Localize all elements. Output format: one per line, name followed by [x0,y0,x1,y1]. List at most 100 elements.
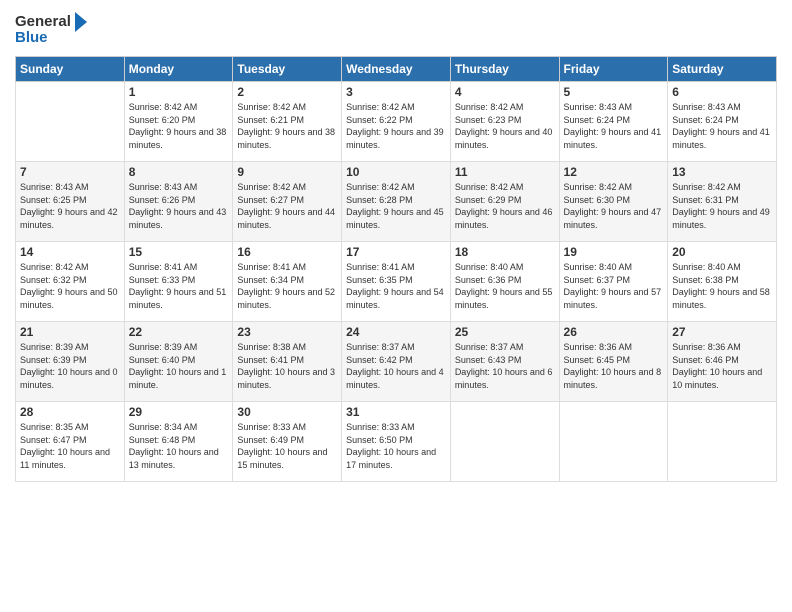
logo: GeneralBlue [15,10,95,48]
day-number: 28 [20,405,120,419]
calendar-cell: 4 Sunrise: 8:42 AM Sunset: 6:23 PM Daylig… [450,82,559,162]
header: GeneralBlue [15,10,777,48]
calendar-cell: 7 Sunrise: 8:43 AM Sunset: 6:25 PM Daylig… [16,162,125,242]
calendar-cell: 25Sunrise: 8:37 AM Sunset: 6:43 PM Dayli… [450,322,559,402]
calendar-cell: 20 Sunrise: 8:40 AM Sunset: 6:38 PM Dayli… [668,242,777,322]
day-number: 9 [237,165,337,179]
day-info: Sunrise: 8:43 AM Sunset: 6:26 PM Dayligh… [129,181,229,231]
day-info: Sunrise: 8:42 AM Sunset: 6:31 PM Dayligh… [672,181,772,231]
calendar-body: 1 Sunrise: 8:42 AM Sunset: 6:20 PM Daylig… [16,82,777,482]
calendar-cell: 3 Sunrise: 8:42 AM Sunset: 6:22 PM Daylig… [342,82,451,162]
calendar-cell [559,402,668,482]
day-info: Sunrise: 8:39 AM Sunset: 6:40 PM Dayligh… [129,341,229,391]
calendar-cell: 21Sunrise: 8:39 AM Sunset: 6:39 PM Dayli… [16,322,125,402]
calendar-cell: 11 Sunrise: 8:42 AM Sunset: 6:29 PM Dayli… [450,162,559,242]
day-info: Sunrise: 8:36 AM Sunset: 6:46 PM Dayligh… [672,341,772,391]
day-info: Sunrise: 8:42 AM Sunset: 6:21 PM Dayligh… [237,101,337,151]
day-info: Sunrise: 8:42 AM Sunset: 6:28 PM Dayligh… [346,181,446,231]
day-number: 15 [129,245,229,259]
day-info: Sunrise: 8:43 AM Sunset: 6:24 PM Dayligh… [564,101,664,151]
svg-text:Blue: Blue [15,29,48,46]
day-number: 26 [564,325,664,339]
day-info: Sunrise: 8:42 AM Sunset: 6:23 PM Dayligh… [455,101,555,151]
calendar-cell: 22 Sunrise: 8:39 AM Sunset: 6:40 PM Dayli… [124,322,233,402]
calendar-cell: 18Sunrise: 8:40 AM Sunset: 6:36 PM Dayli… [450,242,559,322]
calendar-cell: 10Sunrise: 8:42 AM Sunset: 6:28 PM Dayli… [342,162,451,242]
day-info: Sunrise: 8:35 AM Sunset: 6:47 PM Dayligh… [20,421,120,471]
header-row: SundayMondayTuesdayWednesdayThursdayFrid… [16,57,777,82]
svg-text:General: General [15,13,71,30]
calendar-cell: 23 Sunrise: 8:38 AM Sunset: 6:41 PM Dayli… [233,322,342,402]
day-number: 3 [346,85,446,99]
day-info: Sunrise: 8:43 AM Sunset: 6:24 PM Dayligh… [672,101,772,151]
week-row-4: 28 Sunrise: 8:35 AM Sunset: 6:47 PM Dayli… [16,402,777,482]
day-number: 4 [455,85,555,99]
day-number: 6 [672,85,772,99]
day-info: Sunrise: 8:42 AM Sunset: 6:22 PM Dayligh… [346,101,446,151]
calendar-cell [450,402,559,482]
day-info: Sunrise: 8:42 AM Sunset: 6:27 PM Dayligh… [237,181,337,231]
header-cell-thursday: Thursday [450,57,559,82]
logo-svg: GeneralBlue [15,10,95,48]
calendar-cell: 1 Sunrise: 8:42 AM Sunset: 6:20 PM Daylig… [124,82,233,162]
header-cell-sunday: Sunday [16,57,125,82]
calendar-cell: 14Sunrise: 8:42 AM Sunset: 6:32 PM Dayli… [16,242,125,322]
day-number: 25 [455,325,555,339]
day-number: 14 [20,245,120,259]
day-info: Sunrise: 8:40 AM Sunset: 6:38 PM Dayligh… [672,261,772,311]
calendar-cell: 28 Sunrise: 8:35 AM Sunset: 6:47 PM Dayli… [16,402,125,482]
day-info: Sunrise: 8:43 AM Sunset: 6:25 PM Dayligh… [20,181,120,231]
day-info: Sunrise: 8:39 AM Sunset: 6:39 PM Dayligh… [20,341,120,391]
day-number: 16 [237,245,337,259]
header-cell-monday: Monday [124,57,233,82]
calendar-cell: 5 Sunrise: 8:43 AM Sunset: 6:24 PM Daylig… [559,82,668,162]
calendar-table: SundayMondayTuesdayWednesdayThursdayFrid… [15,56,777,482]
day-number: 18 [455,245,555,259]
calendar-cell: 15 Sunrise: 8:41 AM Sunset: 6:33 PM Dayli… [124,242,233,322]
day-info: Sunrise: 8:41 AM Sunset: 6:34 PM Dayligh… [237,261,337,311]
day-info: Sunrise: 8:34 AM Sunset: 6:48 PM Dayligh… [129,421,229,471]
day-number: 22 [129,325,229,339]
week-row-0: 1 Sunrise: 8:42 AM Sunset: 6:20 PM Daylig… [16,82,777,162]
day-number: 7 [20,165,120,179]
day-number: 24 [346,325,446,339]
day-number: 1 [129,85,229,99]
day-number: 29 [129,405,229,419]
calendar-cell: 9 Sunrise: 8:42 AM Sunset: 6:27 PM Daylig… [233,162,342,242]
day-number: 2 [237,85,337,99]
calendar-cell: 6 Sunrise: 8:43 AM Sunset: 6:24 PM Daylig… [668,82,777,162]
day-number: 12 [564,165,664,179]
day-number: 11 [455,165,555,179]
week-row-2: 14Sunrise: 8:42 AM Sunset: 6:32 PM Dayli… [16,242,777,322]
calendar-cell: 27 Sunrise: 8:36 AM Sunset: 6:46 PM Dayli… [668,322,777,402]
day-info: Sunrise: 8:41 AM Sunset: 6:33 PM Dayligh… [129,261,229,311]
header-cell-friday: Friday [559,57,668,82]
day-info: Sunrise: 8:33 AM Sunset: 6:49 PM Dayligh… [237,421,337,471]
day-info: Sunrise: 8:38 AM Sunset: 6:41 PM Dayligh… [237,341,337,391]
day-info: Sunrise: 8:41 AM Sunset: 6:35 PM Dayligh… [346,261,446,311]
calendar-cell: 17Sunrise: 8:41 AM Sunset: 6:35 PM Dayli… [342,242,451,322]
calendar-cell: 31Sunrise: 8:33 AM Sunset: 6:50 PM Dayli… [342,402,451,482]
calendar-cell: 8Sunrise: 8:43 AM Sunset: 6:26 PM Daylig… [124,162,233,242]
calendar-cell: 30 Sunrise: 8:33 AM Sunset: 6:49 PM Dayli… [233,402,342,482]
day-number: 13 [672,165,772,179]
day-number: 20 [672,245,772,259]
calendar-cell: 26Sunrise: 8:36 AM Sunset: 6:45 PM Dayli… [559,322,668,402]
header-cell-wednesday: Wednesday [342,57,451,82]
day-info: Sunrise: 8:42 AM Sunset: 6:29 PM Dayligh… [455,181,555,231]
calendar-cell: 24 Sunrise: 8:37 AM Sunset: 6:42 PM Dayli… [342,322,451,402]
day-number: 19 [564,245,664,259]
day-number: 27 [672,325,772,339]
calendar-cell: 12 Sunrise: 8:42 AM Sunset: 6:30 PM Dayli… [559,162,668,242]
day-info: Sunrise: 8:42 AM Sunset: 6:30 PM Dayligh… [564,181,664,231]
day-info: Sunrise: 8:42 AM Sunset: 6:20 PM Dayligh… [129,101,229,151]
week-row-1: 7 Sunrise: 8:43 AM Sunset: 6:25 PM Daylig… [16,162,777,242]
day-info: Sunrise: 8:37 AM Sunset: 6:42 PM Dayligh… [346,341,446,391]
calendar-cell: 13 Sunrise: 8:42 AM Sunset: 6:31 PM Dayli… [668,162,777,242]
day-number: 23 [237,325,337,339]
day-number: 30 [237,405,337,419]
day-number: 31 [346,405,446,419]
page: GeneralBlue SundayMondayTuesdayWednesday… [0,0,792,612]
day-info: Sunrise: 8:40 AM Sunset: 6:37 PM Dayligh… [564,261,664,311]
day-number: 5 [564,85,664,99]
